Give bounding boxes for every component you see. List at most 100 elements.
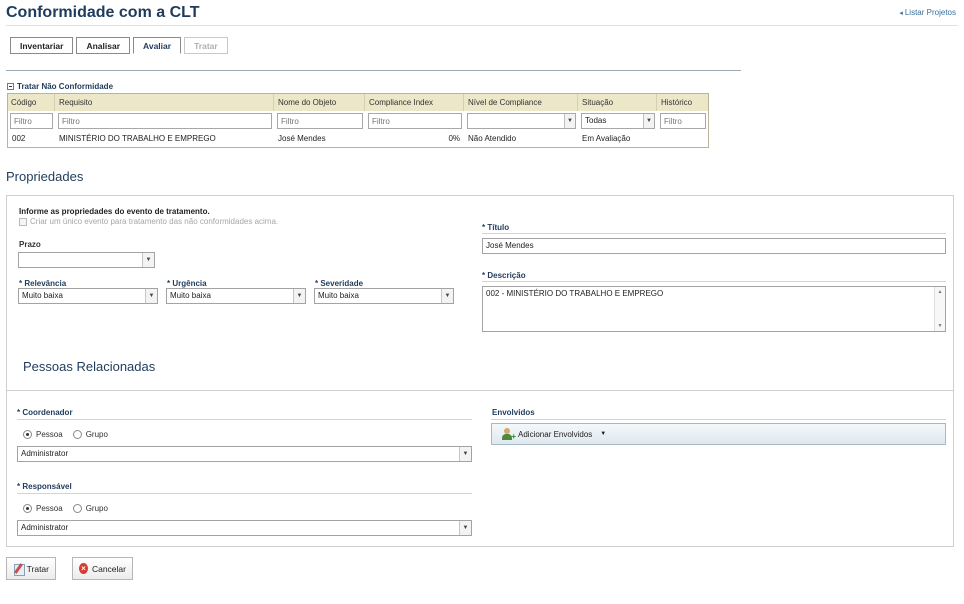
cell-nome-objeto: José Mendes [278,134,326,143]
coordenador-pessoa-radio[interactable] [23,430,32,439]
filter-codigo-input[interactable] [10,113,53,129]
cell-codigo: 002 [12,134,26,143]
filter-situacao-value: Todas [585,116,607,125]
column-header-requisito[interactable]: Requisito [56,94,274,111]
coordenador-select[interactable]: Administrator ▼ [17,446,472,462]
nonconformity-section-toggle[interactable]: Tratar Não Conformidade [7,82,113,91]
tab-avaliar[interactable]: Avaliar [133,37,182,54]
descricao-divider [482,281,946,282]
page-title: Conformidade com a CLT [6,4,200,21]
chevron-down-icon: ▼ [441,289,453,303]
urgencia-label: * Urgência [167,279,207,288]
nonconformity-section-label: Tratar Não Conformidade [17,82,114,91]
column-header-codigo[interactable]: Código [8,94,55,111]
chevron-down-icon: ▼ [293,289,305,303]
prazo-label: Prazo [19,240,41,249]
envolvidos-divider [491,419,946,420]
relevancia-label: * Relevância [19,279,67,288]
filter-nome-objeto-input[interactable] [277,113,363,129]
pencil-icon [13,563,25,576]
filter-nivel-select[interactable]: ▼ [467,113,576,129]
back-arrow-icon: ◂ [899,9,903,17]
titulo-input[interactable]: José Mendes [482,238,946,254]
cell-requisito: MINISTÉRIO DO TRABALHO E EMPREGO [59,134,216,143]
descricao-textarea[interactable]: 002 - MINISTÉRIO DO TRABALHO E EMPREGO ▲… [482,286,946,332]
responsavel-select[interactable]: Administrator ▼ [17,520,472,536]
responsavel-value: Administrator [21,523,69,532]
chevron-down-icon: ▼ [145,289,157,303]
column-header-nome-objeto[interactable]: Nome do Objeto [275,94,365,111]
tab-inventariar[interactable]: Inventariar [10,37,74,54]
prazo-select[interactable]: ▼ [18,252,155,268]
filter-compliance-index-input[interactable] [368,113,462,129]
tabs-divider [6,70,741,71]
severidade-value: Muito baixa [318,291,359,300]
properties-instruction: Informe as propriedades do evento de tra… [19,207,210,216]
chevron-down-icon: ▼ [459,521,471,535]
column-header-situacao[interactable]: Situação [579,94,657,111]
urgencia-value: Muito baixa [170,291,211,300]
column-header-compliance-index[interactable]: Compliance Index [366,94,464,111]
header-divider [6,25,958,26]
list-projects-label: Listar Projetos [904,8,956,17]
tab-analisar[interactable]: Analisar [76,37,131,54]
related-people-title: Pessoas Relacionadas [23,359,156,374]
tratar-button[interactable]: Tratar [6,557,56,580]
nonconformity-table: Código Requisito Nome do Objeto Complian… [7,93,709,148]
responsavel-type-radios: Pessoa Grupo [23,504,108,513]
chevron-down-icon: ▼ [643,114,654,128]
chevron-down-icon: ▼ [459,447,471,461]
envolvidos-label: Envolvidos [492,408,535,417]
filter-situacao-select[interactable]: Todas ▼ [581,113,655,129]
table-header: Código Requisito Nome do Objeto Complian… [8,94,708,111]
relevancia-select[interactable]: Muito baixa ▼ [18,288,158,304]
descricao-label: * Descrição [482,271,526,280]
titulo-label: * Título [482,223,510,232]
coordenador-value: Administrator [21,449,69,458]
filter-historico-input[interactable] [660,113,706,129]
cancel-button[interactable]: × Cancelar [72,557,133,580]
titulo-divider [482,233,946,234]
single-event-checkbox [19,217,27,226]
collapse-icon [7,83,14,90]
coordenador-type-radios: Pessoa Grupo [23,430,108,439]
scroll-up-icon[interactable]: ▲ [935,289,945,295]
responsavel-pessoa-label: Pessoa [36,504,63,513]
filter-requisito-input[interactable] [58,113,272,129]
list-projects-link[interactable]: ◂ Listar Projetos [899,8,956,17]
severidade-label: * Severidade [315,279,364,288]
responsavel-label: * Responsável [17,482,72,491]
cell-situacao: Em Avaliação [582,134,631,143]
coordenador-divider [17,419,472,420]
single-event-label: Criar um único evento para tratamento da… [30,217,279,226]
column-header-nivel-compliance[interactable]: Nível de Compliance [465,94,578,111]
severidade-select[interactable]: Muito baixa ▼ [314,288,454,304]
cancel-label: Cancelar [91,563,126,574]
urgencia-select[interactable]: Muito baixa ▼ [166,288,306,304]
tab-tratar: Tratar [184,37,228,54]
workflow-tabs: Inventariar Analisar Avaliar Tratar [10,37,228,54]
cancel-icon: × [79,563,88,574]
coordenador-pessoa-label: Pessoa [36,430,63,439]
cell-nivel: Não Atendido [468,134,517,143]
coordenador-grupo-radio[interactable] [72,430,82,439]
coordenador-label: * Coordenador [17,408,73,417]
scroll-down-icon[interactable]: ▼ [935,323,945,329]
chevron-down-icon: ▼ [142,253,154,267]
descricao-value: 002 - MINISTÉRIO DO TRABALHO E EMPREGO [486,289,664,298]
properties-title: Propriedades [6,169,84,184]
relevancia-value: Muito baixa [22,291,63,300]
responsavel-pessoa-radio[interactable] [23,504,32,513]
add-envolvidos-label: Adicionar Envolvidos [518,429,593,439]
responsavel-grupo-radio[interactable] [72,504,82,513]
descricao-scrollbar[interactable]: ▲ ▼ [934,287,945,331]
titulo-value: José Mendes [486,241,534,250]
responsavel-divider [17,493,472,494]
chevron-down-icon: ▼ [564,114,575,128]
add-people-icon: + [502,428,516,441]
column-header-historico[interactable]: Histórico [658,94,708,111]
responsavel-grupo-label: Grupo [85,504,108,513]
single-event-option: Criar um único evento para tratamento da… [19,217,278,226]
chevron-down-icon: ▼ [600,431,607,437]
add-envolvidos-button[interactable]: + Adicionar Envolvidos ▼ [491,423,946,445]
